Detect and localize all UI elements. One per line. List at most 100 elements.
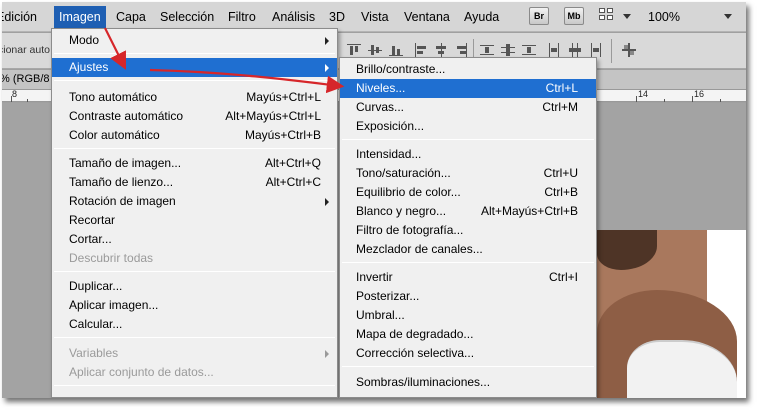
menu-item-shortcut: Ctrl+I <box>548 270 578 284</box>
distribute-hcenter-icon[interactable] <box>568 43 582 57</box>
menu-divider <box>54 148 335 149</box>
menu-item-label: Tono automático <box>69 90 158 104</box>
menu-item-curvas[interactable]: Curvas... Ctrl+M <box>340 98 596 117</box>
menu-item-label: Exposición... <box>356 119 425 133</box>
menu-item-shortcut: Ctrl+L <box>545 81 578 95</box>
menu-filtro[interactable]: Filtro <box>228 10 256 24</box>
document-tab-title: % (RGB/8 <box>2 73 50 85</box>
menu-item-equilibrio-color[interactable]: Equilibrio de color... Ctrl+B <box>340 183 596 202</box>
menu-item-brillo-contraste[interactable]: Brillo/contraste... <box>340 60 596 79</box>
menu-item-umbral[interactable]: Umbral... <box>340 306 596 325</box>
menu-ventana[interactable]: Ventana <box>404 10 450 24</box>
menu-capa[interactable]: Capa <box>116 10 146 24</box>
menu-item-shortcut: Ctrl+B <box>544 185 578 199</box>
menu-item-contraste-automatico[interactable]: Contraste automático Alt+Mayús+Ctrl+L <box>52 107 337 126</box>
menu-item-cortar[interactable]: Cortar... <box>52 230 337 249</box>
align-top-icon[interactable] <box>347 43 361 57</box>
menu-vista[interactable]: Vista <box>361 10 389 24</box>
ruler-label: 16 <box>694 89 705 99</box>
zoom-level[interactable]: 100% <box>648 10 680 24</box>
menu-item-niveles[interactable]: Niveles... Ctrl+L <box>340 79 596 98</box>
distribute-bottom-icon[interactable] <box>522 43 536 57</box>
menu-divider <box>342 262 594 263</box>
auto-align-layers-icon[interactable] <box>622 43 636 57</box>
align-vcenter-icon[interactable] <box>368 43 382 57</box>
menu-ayuda[interactable]: Ayuda <box>464 10 499 24</box>
menu-item-ajustes[interactable]: Ajustes <box>52 58 337 77</box>
menu-imagen[interactable]: Imagen <box>54 6 106 28</box>
submenu-arrow-icon <box>325 64 329 72</box>
menu-item-label: Descubrir todas <box>69 251 154 265</box>
menu-item-intensidad[interactable]: Intensidad... <box>340 145 596 164</box>
menu-item-label: Rotación de imagen <box>69 194 176 208</box>
menu-item-label: Variables <box>69 346 119 360</box>
menu-item-color-automatico[interactable]: Color automático Mayús+Ctrl+B <box>52 126 337 145</box>
view-extras-icon[interactable] <box>598 7 618 25</box>
menu-item-blanco-negro[interactable]: Blanco y negro... Alt+Mayús+Ctrl+B <box>340 202 596 221</box>
menu-item-label: Brillo/contraste... <box>356 62 446 76</box>
menu-item-posterizar[interactable]: Posterizar... <box>340 287 596 306</box>
menu-item-label: Blanco y negro... <box>356 204 447 218</box>
menu-item-tono-automatico[interactable]: Tono automático Mayús+Ctrl+L <box>52 88 337 107</box>
align-hcenter-icon[interactable] <box>434 43 448 57</box>
menu-item-duplicar[interactable]: Duplicar... <box>52 277 337 296</box>
minibridge-button[interactable]: Mb <box>564 7 584 25</box>
distribute-vcenter-icon[interactable] <box>501 43 515 57</box>
menu-item-label: Tono/saturación... <box>356 166 451 180</box>
align-bottom-icon[interactable] <box>389 43 403 57</box>
menu-item-descubrir-todas: Descubrir todas <box>52 249 337 268</box>
menu-item-label: Tamaño de lienzo... <box>69 175 174 189</box>
menu-analisis[interactable]: Análisis <box>272 10 315 24</box>
menu-item-shortcut: Mayús+Ctrl+B <box>244 128 321 142</box>
menu-divider <box>54 337 335 338</box>
menu-item-label: Aplicar imagen... <box>69 298 159 312</box>
auto-select-label[interactable]: cionar auto <box>2 44 50 56</box>
menu-edicion[interactable]: Edición <box>2 10 37 24</box>
menu-divider <box>342 139 594 140</box>
menu-item-label: Modo <box>69 33 100 47</box>
menu-item-shortcut: Alt+Mayús+Ctrl+B <box>480 204 578 218</box>
distribute-right-icon[interactable] <box>589 43 603 57</box>
menu-item-aplicar-imagen[interactable]: Aplicar imagen... <box>52 296 337 315</box>
menu-item-calcular[interactable]: Calcular... <box>52 315 337 334</box>
ruler-label: 14 <box>638 89 649 99</box>
menu-item-label: Sombras/iluminaciones... <box>356 375 491 389</box>
menu-item-correccion-selectiva[interactable]: Corrección selectiva... <box>340 344 596 363</box>
menu-item-label: Ajustes <box>69 60 109 74</box>
menu-item-aplicar-conjunto-datos: Aplicar conjunto de datos... <box>52 363 337 382</box>
menu-item-shortcut: Alt+Mayús+Ctrl+L <box>225 109 321 123</box>
menu-item-rotacion-imagen[interactable]: Rotación de imagen <box>52 192 337 211</box>
menu-item-label: Invertir <box>356 270 393 284</box>
menu-item-mezclador-canales[interactable]: Mezclador de canales... <box>340 240 596 259</box>
menu-item-label: Equilibrio de color... <box>356 185 461 199</box>
view-extras-dropdown-icon[interactable] <box>623 14 631 19</box>
distribute-left-icon[interactable] <box>547 43 561 57</box>
menu-divider <box>54 53 335 54</box>
toolbar-separator <box>611 39 612 63</box>
distribute-top-icon[interactable] <box>480 43 494 57</box>
menu-item-tamano-lienzo[interactable]: Tamaño de lienzo... Alt+Ctrl+C <box>52 173 337 192</box>
align-left-icon[interactable] <box>414 43 428 57</box>
menu-item-label: Duplicar... <box>69 279 123 293</box>
menu-3d[interactable]: 3D <box>329 10 345 24</box>
menu-item-invertir[interactable]: Invertir Ctrl+I <box>340 268 596 287</box>
menu-item-label: Niveles... <box>356 81 406 95</box>
menu-item-tamano-imagen[interactable]: Tamaño de imagen... Alt+Ctrl+Q <box>52 154 337 173</box>
menu-item-sombras-iluminaciones[interactable]: Sombras/iluminaciones... <box>340 373 596 392</box>
ruler-label: 8 <box>12 89 18 99</box>
menu-item-recortar[interactable]: Recortar <box>52 211 337 230</box>
menu-item-filtro-fotografia[interactable]: Filtro de fotografía... <box>340 221 596 240</box>
ajustes-submenu: Brillo/contraste... Niveles... Ctrl+L Cu… <box>339 57 597 398</box>
bridge-button[interactable]: Br <box>529 7 549 25</box>
menu-item-mapa-degradado[interactable]: Mapa de degradado... <box>340 325 596 344</box>
menu-item-shortcut: Ctrl+U <box>543 166 578 180</box>
menu-seleccion[interactable]: Selección <box>160 10 214 24</box>
align-right-icon[interactable] <box>454 43 468 57</box>
imagen-menu: Modo Ajustes Tono automático Mayús+Ctrl+… <box>51 28 338 398</box>
photo-image <box>597 230 746 398</box>
zoom-dropdown-icon[interactable] <box>724 14 732 19</box>
menu-item-modo[interactable]: Modo <box>52 31 337 50</box>
submenu-arrow-icon <box>325 350 329 358</box>
menu-item-tono-saturacion[interactable]: Tono/saturación... Ctrl+U <box>340 164 596 183</box>
menu-item-exposicion[interactable]: Exposición... <box>340 117 596 136</box>
